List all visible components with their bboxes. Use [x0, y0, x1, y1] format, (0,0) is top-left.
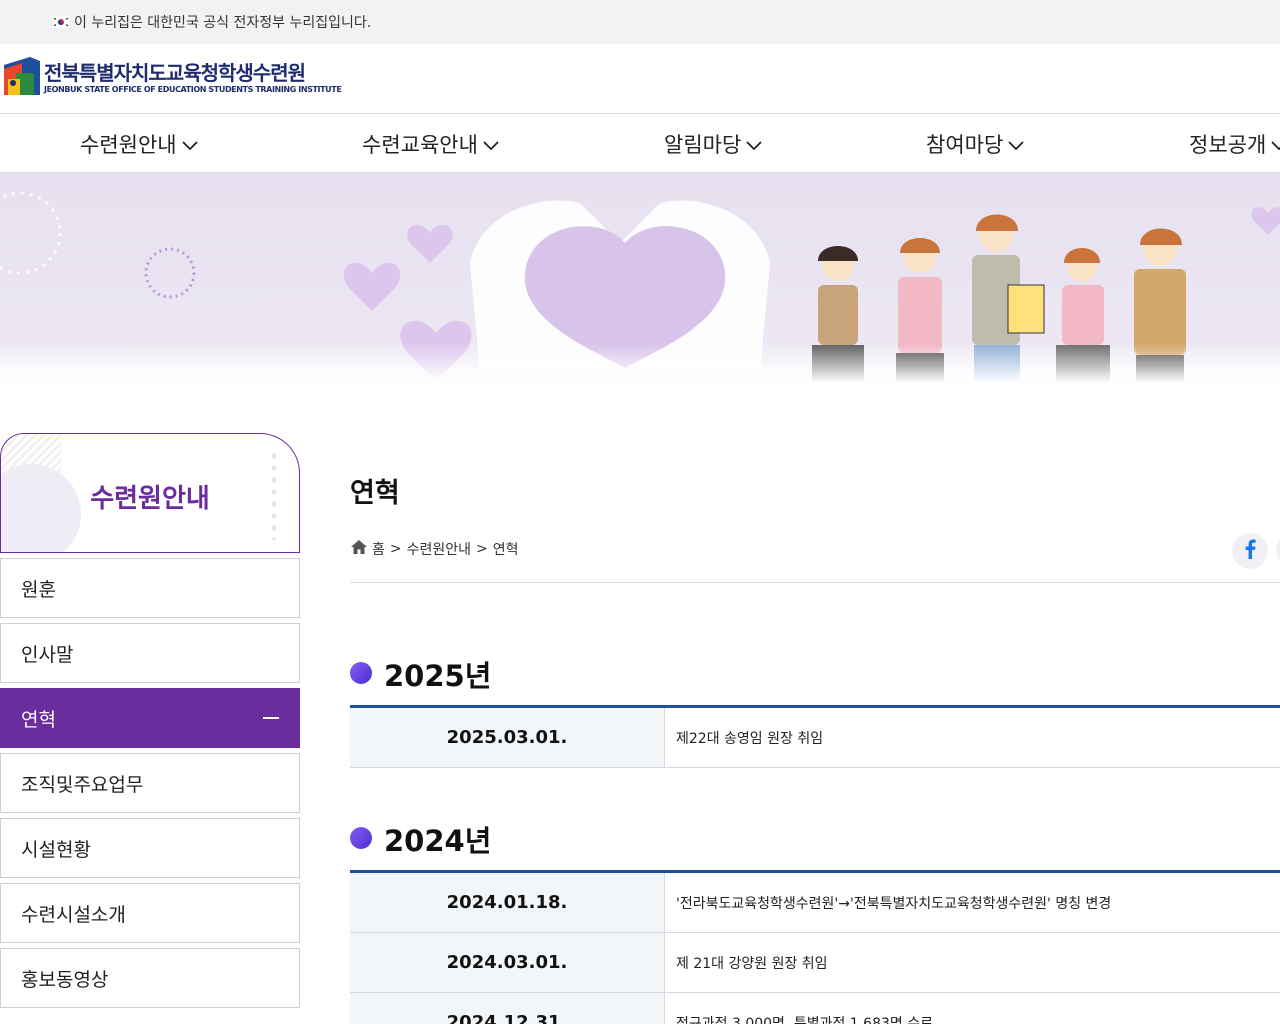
sidebar-title: 수련원안내	[90, 484, 210, 514]
history-text: '전라북도교육청학생수련원'→'전북특별자치도교육청학생수련원' 명칭 변경	[676, 895, 1112, 912]
history-text: 제22대 송영임 원장 취임	[676, 730, 824, 747]
breadcrumb-separator: >	[389, 541, 402, 557]
facebook-icon	[1244, 539, 1256, 563]
sidebar-item-promo-video[interactable]: 홍보동영상	[0, 948, 300, 1008]
history-table: 2025.03.01. 제22대 송영임 원장 취임	[350, 705, 1280, 768]
history-table: 2024.01.18. '전라북도교육청학생수련원'→'전북특별자치도교육청학생…	[350, 870, 1280, 1024]
table-row: 2024.03.01. 제 21대 강양원 원장 취임	[350, 933, 1280, 993]
gnb-item-label: 정보공개	[1189, 132, 1267, 157]
chevron-down-icon	[482, 132, 500, 156]
sidebar-item-organization[interactable]: 조직및주요업무	[0, 753, 300, 813]
gnb-item-label: 수련원안내	[80, 132, 177, 157]
table-row: 2024.01.18. '전라북도교육청학생수련원'→'전북특별자치도교육청학생…	[350, 873, 1280, 933]
logo-emblem-icon	[2, 55, 42, 103]
chevron-down-icon	[1007, 132, 1025, 156]
sidebar-item-facilities-intro[interactable]: 수련시설소개	[0, 883, 300, 943]
sidebar-item-label: 원훈	[21, 578, 56, 601]
gnb-item-disclosure[interactable]: 정보공개	[1189, 114, 1280, 173]
table-row: 2024.12.31. 정규과정 3,000명, 특별과정 1,683명 수료	[350, 993, 1280, 1024]
page-title: 연혁	[350, 478, 400, 509]
sidebar-title-box: 수련원안내	[0, 433, 300, 553]
main-navigation: 수련원안내 수련교육안내 알림마당 참여마당 정보공개	[0, 114, 1280, 173]
gnb-item-label: 참여마당	[926, 132, 1004, 157]
sidebar-item-greeting[interactable]: 인사말	[0, 623, 300, 683]
breadcrumb-separator: >	[476, 541, 488, 557]
gnb-item-participation[interactable]: 참여마당	[926, 114, 1025, 173]
table-row: 2025.03.01. 제22대 송영임 원장 취임	[350, 708, 1280, 768]
breadcrumb-home[interactable]: 홈	[372, 539, 385, 559]
gnb-item-label: 수련교육안내	[362, 132, 478, 157]
breadcrumb-current: 연혁	[492, 542, 519, 558]
minus-icon	[263, 717, 279, 719]
sidebar-item-history[interactable]: 연혁	[0, 688, 300, 748]
chevron-down-icon	[181, 132, 199, 156]
logo-english-name: JEONBUK STATE OFFICE OF EDUCATION STUDEN…	[44, 85, 342, 94]
gnb-item-education[interactable]: 수련교육안내	[362, 114, 500, 173]
history-date: 2024.12.31.	[350, 993, 665, 1024]
sidebar-menu: 원훈 인사말 연혁 조직및주요업무 시설현황 수련시설소개 홍보동영상	[0, 558, 300, 1013]
gnb-item-notice[interactable]: 알림마당	[664, 114, 763, 173]
sidebar-item-label: 인사말	[21, 643, 74, 666]
share-button[interactable]	[1276, 533, 1280, 569]
history-date: 2024.01.18.	[350, 873, 665, 932]
facebook-share-button[interactable]	[1232, 533, 1268, 569]
year-heading: 2024년	[350, 818, 491, 860]
logo-korean-name: 전북특별자치도교육청학생수련원	[44, 61, 306, 85]
site-header: 전북특별자치도교육청학생수련원 JEONBUK STATE OFFICE OF …	[0, 44, 1280, 114]
bullet-dot-icon	[350, 827, 378, 851]
gov-banner-text: 이 누리집은 대한민국 공식 전자정부 누리집입니다.	[74, 15, 372, 31]
home-icon[interactable]	[350, 539, 368, 559]
gov-banner: 이 누리집은 대한민국 공식 전자정부 누리집입니다.	[0, 0, 1280, 44]
sidebar-item-label: 조직및주요업무	[21, 773, 144, 796]
sidebar-item-label: 시설현황	[21, 838, 91, 861]
sidebar-item-label: 연혁	[21, 708, 56, 731]
breadcrumb-section[interactable]: 수련원안내	[407, 539, 471, 559]
year-label: 2024년	[384, 824, 492, 858]
year-label: 2025년	[384, 659, 492, 693]
sidebar-item-motto[interactable]: 원훈	[0, 558, 300, 618]
history-date: 2025.03.01.	[350, 708, 665, 767]
chevron-down-icon	[745, 132, 763, 156]
breadcrumb: 홈 > 수련원안내 > 연혁	[350, 539, 519, 559]
chevron-down-icon	[1270, 132, 1280, 156]
site-logo[interactable]: 전북특별자치도교육청학생수련원 JEONBUK STATE OFFICE OF …	[2, 55, 342, 103]
gnb-item-about[interactable]: 수련원안내	[80, 114, 199, 173]
bullet-dot-icon	[350, 662, 378, 686]
year-heading: 2025년	[350, 653, 491, 695]
gnb-item-label: 알림마당	[664, 132, 742, 157]
korea-flag-icon	[52, 16, 70, 28]
sidebar-item-facilities-status[interactable]: 시설현황	[0, 818, 300, 878]
history-text: 제 21대 강양원 원장 취임	[676, 955, 828, 972]
history-text: 정규과정 3,000명, 특별과정 1,683명 수료	[676, 1015, 933, 1024]
history-date: 2024.03.01.	[350, 933, 665, 992]
main-area: 수련원안내 원훈 인사말 연혁 조직및주요업무 시설현황 수련시설소개 홍보동영…	[0, 383, 1280, 1024]
sub-visual-banner	[0, 173, 1280, 383]
sidebar-item-label: 수련시설소개	[21, 903, 126, 926]
sidebar-item-label: 홍보동영상	[21, 968, 109, 991]
